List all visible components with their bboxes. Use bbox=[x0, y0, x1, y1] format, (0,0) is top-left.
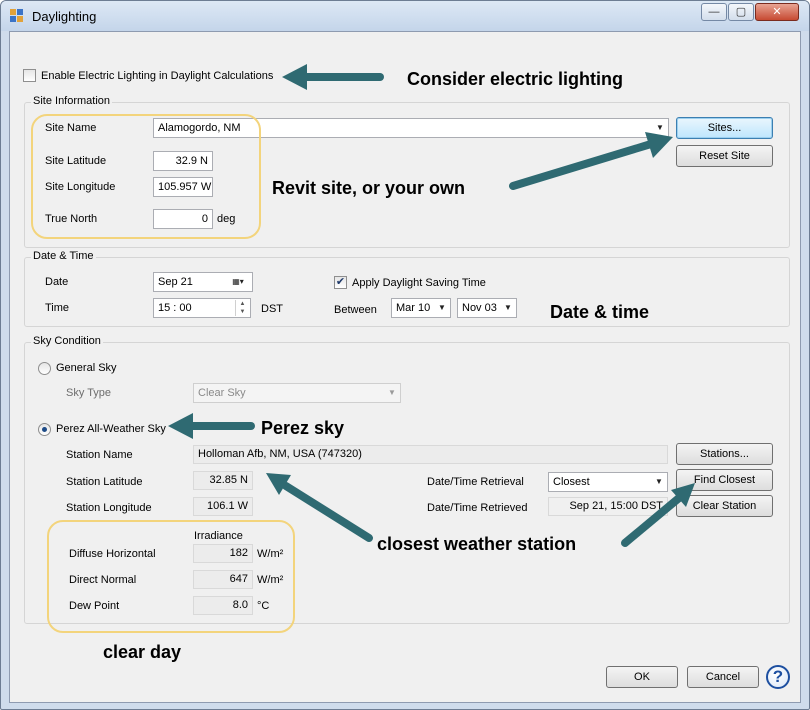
site-fields-highlight bbox=[31, 114, 261, 239]
time-input[interactable]: 15 : 00 ▲ ▼ bbox=[153, 298, 251, 318]
spinner-icon[interactable]: ▲ ▼ bbox=[235, 300, 249, 316]
window-title: Daylighting bbox=[32, 9, 97, 24]
electric-lighting-checkbox[interactable] bbox=[23, 69, 36, 82]
annotation-electric: Consider electric lighting bbox=[407, 69, 624, 89]
reset-site-button[interactable]: Reset Site bbox=[676, 145, 773, 167]
perez-sky-label: Perez All-Weather Sky bbox=[56, 423, 166, 435]
general-sky-radio[interactable] bbox=[38, 362, 51, 375]
sky-type-combo[interactable]: Clear Sky ▼ bbox=[193, 383, 401, 403]
station-longitude-label: Station Longitude bbox=[66, 502, 152, 514]
time-dst-suffix: DST bbox=[261, 303, 283, 315]
chevron-down-icon[interactable]: ▼ bbox=[386, 384, 398, 402]
retrieval-combo[interactable]: Closest ▼ bbox=[548, 472, 668, 492]
stations-button[interactable]: Stations... bbox=[676, 443, 773, 465]
sky-type-value: Clear Sky bbox=[198, 387, 246, 399]
station-latitude-label: Station Latitude bbox=[66, 476, 143, 488]
dst-label: Apply Daylight Saving Time bbox=[352, 277, 486, 289]
chevron-down-icon[interactable]: ▼ bbox=[502, 299, 514, 317]
find-closest-button[interactable]: Find Closest bbox=[676, 469, 773, 491]
general-sky-label: General Sky bbox=[56, 362, 117, 374]
station-name-label: Station Name bbox=[66, 449, 133, 461]
perez-sky-radio[interactable] bbox=[38, 423, 51, 436]
station-name-value: Holloman Afb, NM, USA (747320) bbox=[193, 445, 668, 464]
irradiance-highlight bbox=[47, 520, 295, 633]
annotation-datetime: Date & time bbox=[550, 302, 650, 322]
daylighting-window: Daylighting — ▢ ✕ Enable Electric Lighti… bbox=[0, 0, 810, 710]
title-bar[interactable]: Daylighting — ▢ ✕ bbox=[1, 1, 809, 31]
between-label: Between bbox=[334, 304, 377, 316]
dst-checkbox[interactable]: ✔ bbox=[334, 276, 347, 289]
annotation-station: closest weather station bbox=[377, 534, 577, 554]
retrieval-value: Closest bbox=[553, 476, 590, 488]
time-label: Time bbox=[45, 302, 70, 314]
app-icon bbox=[10, 9, 24, 23]
retrieved-label: Date/Time Retrieved bbox=[427, 502, 528, 514]
time-value: 15 : 00 bbox=[158, 302, 192, 314]
station-longitude-value: 106.1 W bbox=[193, 497, 253, 516]
sky-condition-title: Sky Condition bbox=[31, 335, 103, 347]
chevron-down-icon[interactable]: ▼ bbox=[653, 473, 665, 491]
date-time-title: Date & Time bbox=[31, 250, 96, 262]
dst-start-combo[interactable]: Mar 10 ▼ bbox=[391, 298, 451, 318]
dst-start-value: Mar 10 bbox=[396, 302, 431, 314]
help-icon[interactable]: ? bbox=[766, 665, 790, 689]
retrieved-value: Sep 21, 15:00 DST bbox=[548, 497, 668, 516]
sky-type-label: Sky Type bbox=[66, 387, 112, 399]
station-latitude-value: 32.85 N bbox=[193, 471, 253, 490]
dst-end-combo[interactable]: Nov 03 ▼ bbox=[457, 298, 517, 318]
site-information-title: Site Information bbox=[31, 95, 113, 107]
minimize-button[interactable]: — bbox=[701, 3, 727, 21]
close-button[interactable]: ✕ bbox=[755, 3, 799, 21]
annotation-site: Revit site, or your own bbox=[272, 178, 466, 198]
date-label: Date bbox=[45, 276, 69, 288]
clear-station-button[interactable]: Clear Station bbox=[676, 495, 773, 517]
dst-end-value: Nov 03 bbox=[462, 302, 497, 314]
date-value: Sep 21 bbox=[158, 276, 193, 288]
electric-lighting-label: Enable Electric Lighting in Daylight Cal… bbox=[41, 70, 274, 82]
ok-button[interactable]: OK bbox=[606, 666, 678, 688]
annotation-clear-day: clear day bbox=[103, 642, 182, 662]
chevron-down-icon[interactable]: ▼ bbox=[436, 299, 448, 317]
maximize-button[interactable]: ▢ bbox=[728, 3, 754, 21]
sites-button[interactable]: Sites... bbox=[676, 117, 773, 139]
retrieval-label: Date/Time Retrieval bbox=[427, 476, 524, 488]
chevron-down-icon[interactable]: ▼ bbox=[654, 119, 666, 137]
cancel-button[interactable]: Cancel bbox=[687, 666, 759, 688]
annotation-perez: Perez sky bbox=[261, 418, 345, 438]
date-picker[interactable]: Sep 21 ▦▾ bbox=[153, 272, 253, 292]
calendar-icon[interactable]: ▦▾ bbox=[226, 273, 250, 291]
